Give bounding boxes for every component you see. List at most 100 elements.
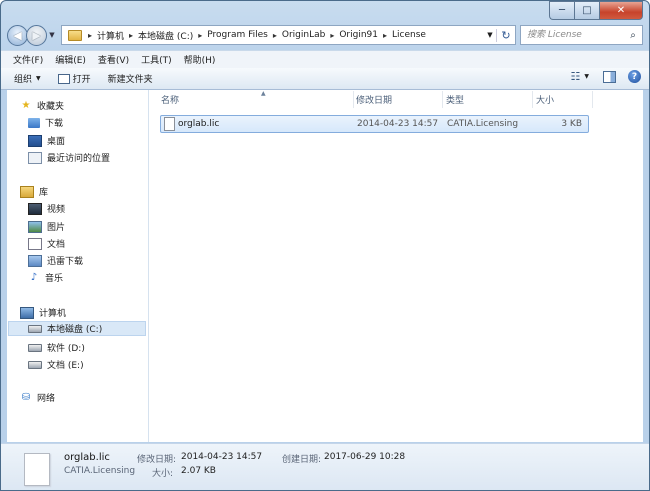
sidebar-item-label: 文档 (E:): [47, 361, 84, 371]
explorer-window: ─ □ ✕ ◀ ▶ ▼ ▸ 计算机 ▸ 本地磁盘 (C:) ▸ Program …: [0, 0, 650, 491]
search-box[interactable]: ⌕: [520, 25, 643, 45]
new-folder-button[interactable]: 新建文件夹: [108, 72, 153, 85]
sidebar-item-label: 收藏夹: [37, 102, 65, 112]
file-list: 名称 ▲ 修改日期 类型 大小 orglab.lic 2014-04-23 14…: [149, 90, 643, 442]
breadcrumb-separator[interactable]: ▸: [381, 31, 389, 40]
sidebar-item-computer[interactable]: 计算机: [20, 306, 66, 319]
sidebar-item-label: 本地磁盘 (C:): [47, 325, 103, 335]
sidebar-item-favorites[interactable]: ★ 收藏夹: [20, 99, 65, 112]
sidebar-item-documents[interactable]: 文档: [28, 237, 65, 250]
caption-buttons: ─ □ ✕: [549, 1, 643, 20]
documents-library-icon: [28, 237, 42, 250]
chevron-down-icon: ▼: [36, 75, 41, 82]
sidebar-item-label: 迅雷下载: [47, 257, 84, 267]
sidebar-item-libraries[interactable]: 库: [20, 185, 48, 198]
minimize-button[interactable]: ─: [549, 1, 574, 20]
sidebar-item-label: 软件 (D:): [47, 344, 85, 354]
open-label: 打开: [72, 75, 91, 85]
back-arrow-icon: ◀: [13, 28, 22, 42]
details-created-value: 2017-06-29 10:28: [324, 452, 406, 462]
sidebar-item-videos[interactable]: 视频: [28, 202, 65, 215]
drive-icon: [28, 324, 42, 333]
file-modified: 2014-04-23 14:57: [357, 119, 439, 129]
sidebar-item-music[interactable]: ♪ 音乐: [28, 271, 63, 284]
column-header-modified[interactable]: 修改日期: [352, 91, 443, 108]
help-icon[interactable]: ?: [628, 70, 641, 83]
menu-help[interactable]: 帮助(H): [178, 53, 222, 66]
breadcrumb-separator[interactable]: ▸: [271, 31, 279, 40]
maximize-button[interactable]: □: [574, 1, 599, 20]
document-icon: [164, 117, 175, 131]
sidebar-item-network[interactable]: ⛁ 网络: [20, 391, 55, 404]
forward-button[interactable]: ▶: [26, 24, 47, 46]
computer-icon: [20, 306, 34, 319]
organize-label: 组织: [14, 75, 33, 85]
change-view-icon[interactable]: ☷: [571, 70, 581, 83]
menu-tools[interactable]: 工具(T): [135, 53, 178, 66]
address-root-arrow[interactable]: ▸: [86, 31, 94, 40]
command-bar-right: ☷ ▼ ?: [571, 70, 641, 83]
details-size-value: 2.07 KB: [181, 466, 216, 476]
open-window-icon: [57, 73, 70, 84]
column-header-type[interactable]: 类型: [442, 91, 533, 108]
column-header-name[interactable]: 名称 ▲: [157, 90, 354, 108]
menu-view[interactable]: 查看(V): [92, 53, 135, 66]
sidebar-item-recent-places[interactable]: 最近访问的位置: [28, 151, 110, 164]
star-icon: ★: [21, 100, 31, 111]
address-history-dropdown[interactable]: ▼: [484, 31, 496, 39]
sidebar-item-label: 音乐: [45, 274, 64, 284]
command-bar: 组织 ▼ 打开 新建文件夹 ☷ ▼ ?: [1, 68, 649, 90]
sidebar-item-xunlei-downloads[interactable]: 迅雷下载: [28, 254, 83, 267]
sidebar-item-desktop[interactable]: 桌面: [28, 134, 65, 147]
column-header-label: 名称: [161, 96, 180, 106]
file-row[interactable]: orglab.lic 2014-04-23 14:57 CATIA.Licens…: [160, 115, 589, 133]
preview-pane-icon[interactable]: [603, 70, 616, 83]
details-file-type: CATIA.Licensing: [64, 466, 136, 476]
view-options-dropdown[interactable]: ▼: [584, 73, 589, 80]
network-icon: ⛁: [21, 392, 31, 403]
menu-file[interactable]: 文件(F): [7, 53, 49, 66]
sidebar-item-local-disk-c[interactable]: 本地磁盘 (C:): [8, 321, 146, 336]
xunlei-downloads-icon: [28, 254, 42, 267]
drive-icon: [28, 360, 42, 369]
breadcrumb-separator[interactable]: ▸: [196, 31, 204, 40]
organize-button[interactable]: 组织 ▼: [14, 72, 41, 85]
address-bar[interactable]: ▸ 计算机 ▸ 本地磁盘 (C:) ▸ Program Files ▸ Orig…: [61, 25, 516, 45]
details-file-name: orglab.lic: [64, 452, 110, 463]
open-button[interactable]: 打开: [57, 72, 91, 85]
breadcrumb-originlab[interactable]: OriginLab: [279, 30, 328, 40]
back-button[interactable]: ◀: [7, 24, 28, 46]
sidebar-item-downloads[interactable]: 下载: [28, 116, 63, 129]
sidebar-item-software-d[interactable]: 软件 (D:): [28, 341, 85, 354]
menu-edit[interactable]: 编辑(E): [49, 53, 92, 66]
sidebar-item-documents-e[interactable]: 文档 (E:): [28, 358, 84, 371]
refresh-icon[interactable]: ↻: [496, 28, 515, 42]
breadcrumb-license[interactable]: License: [389, 30, 429, 40]
breadcrumb-origin91[interactable]: Origin91: [336, 30, 381, 40]
recent-pages-dropdown[interactable]: ▼: [47, 31, 57, 39]
details-modified-value: 2014-04-23 14:57: [181, 452, 263, 462]
breadcrumb-program-files[interactable]: Program Files: [204, 30, 271, 40]
navigation-pane: ★ 收藏夹 下载 桌面 最近访问的位置 库 视频 图片 文档 迅雷下载 ♪ 音乐…: [7, 90, 149, 442]
breadcrumb-local-disk[interactable]: 本地磁盘 (C:): [135, 29, 196, 42]
search-input[interactable]: [521, 29, 625, 41]
sidebar-item-label: 桌面: [47, 137, 66, 147]
sidebar-item-label: 视频: [47, 205, 66, 215]
details-modified-label: 修改日期:: [137, 455, 177, 465]
sidebar-item-label: 库: [39, 188, 49, 198]
music-note-icon: ♪: [30, 272, 38, 283]
search-icon[interactable]: ⌕: [625, 30, 641, 41]
breadcrumb-separator[interactable]: ▸: [127, 31, 135, 40]
breadcrumb-computer[interactable]: 计算机: [94, 29, 127, 42]
breadcrumb-separator[interactable]: ▸: [328, 31, 336, 40]
pictures-library-icon: [28, 220, 42, 233]
column-header-size[interactable]: 大小: [532, 91, 593, 108]
drive-icon: [28, 343, 42, 352]
sidebar-item-pictures[interactable]: 图片: [28, 220, 65, 233]
sidebar-item-label: 文档: [47, 240, 66, 250]
details-pane: orglab.lic CATIA.Licensing 修改日期: 2014-04…: [1, 443, 649, 490]
details-size-label: 大小:: [152, 469, 174, 479]
close-button[interactable]: ✕: [599, 1, 643, 20]
file-name: orglab.lic: [178, 119, 220, 129]
libraries-icon: [20, 185, 34, 198]
